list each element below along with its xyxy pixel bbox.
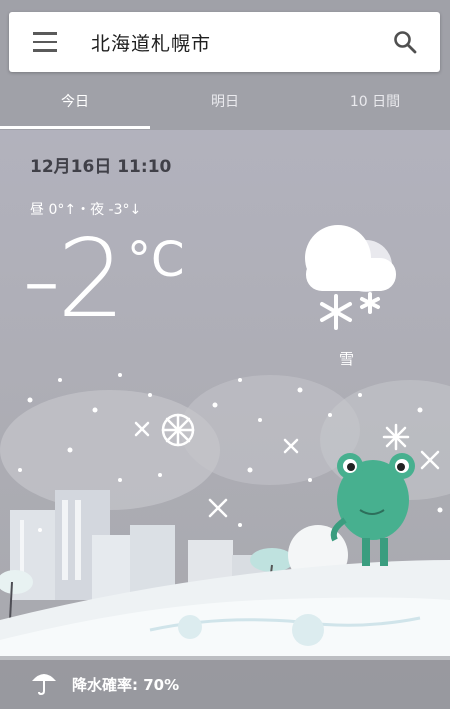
snow-cloud-icon	[305, 225, 396, 330]
snow-scene-illustration	[0, 373, 450, 660]
temperature-unit: °C	[127, 232, 185, 288]
tab-today[interactable]: 今日	[0, 78, 150, 130]
menu-icon[interactable]	[33, 32, 57, 52]
tab-tomorrow[interactable]: 明日	[150, 78, 300, 130]
precipitation-bar	[0, 656, 450, 709]
tab-10-days[interactable]: 10 日間	[300, 78, 450, 130]
location-title[interactable]: 北海道札幌市	[91, 29, 211, 56]
current-datetime: 12月16日 11:10	[30, 157, 172, 177]
precipitation-probability: 降水確率: 70%	[72, 676, 180, 694]
umbrella-icon	[32, 674, 56, 696]
active-tab-indicator	[0, 126, 150, 129]
tab-bar: 今日 明日 10 日間	[0, 78, 450, 130]
search-icon[interactable]	[392, 29, 418, 55]
search-bar[interactable]: 北海道札幌市	[9, 12, 440, 72]
current-temperature: -2	[22, 217, 126, 342]
high-low-temperature: 昼 0°↑・夜 -3°↓	[30, 202, 142, 218]
